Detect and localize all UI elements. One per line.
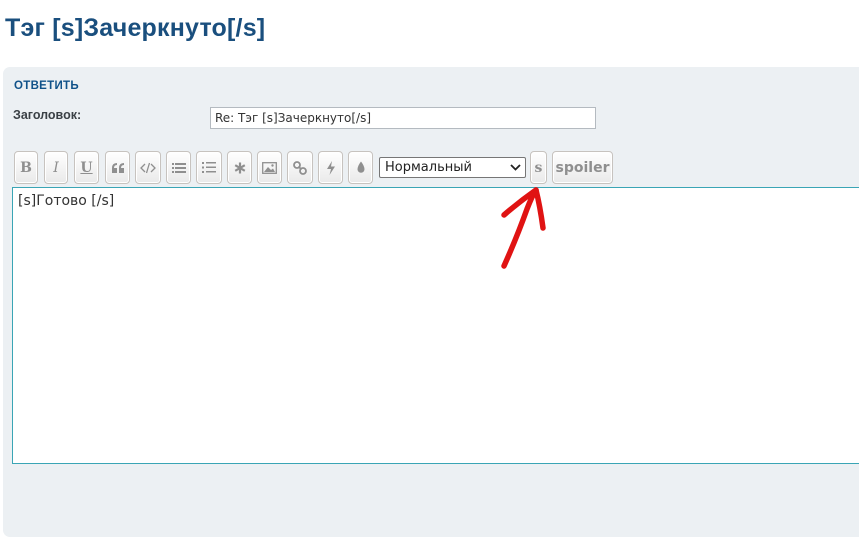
bulleted-list-icon xyxy=(171,162,186,173)
link-icon xyxy=(293,160,307,175)
color-drop-icon xyxy=(357,161,364,173)
bulleted-list-button[interactable] xyxy=(166,151,191,184)
code-icon xyxy=(140,162,156,173)
link-button[interactable] xyxy=(287,151,313,184)
underline-button[interactable]: U xyxy=(74,151,99,184)
spoiler-button-label: spoiler xyxy=(555,159,610,176)
red-arrow-annotation xyxy=(501,187,546,269)
message-editor[interactable]: [s]Готово [/s] xyxy=(12,187,859,464)
bold-button-label: B xyxy=(20,159,32,176)
bold-button[interactable]: B xyxy=(14,151,38,184)
color-button[interactable] xyxy=(348,151,373,184)
subject-input[interactable] xyxy=(210,107,596,129)
italic-button-label: I xyxy=(53,159,59,176)
font-size-selected-value: Нормальный xyxy=(385,160,472,175)
image-button[interactable] xyxy=(257,151,282,184)
page-title: Тэг [s]Зачеркнуто[/s] xyxy=(5,14,266,42)
spoiler-button[interactable]: spoiler xyxy=(552,151,613,184)
image-icon xyxy=(262,161,277,174)
reply-heading: ОТВЕТИТЬ xyxy=(14,80,79,92)
quote-icon xyxy=(111,162,124,173)
italic-button[interactable]: I xyxy=(44,151,68,184)
subject-label: Заголовок: xyxy=(13,108,82,122)
flash-button[interactable] xyxy=(318,151,343,184)
code-button[interactable] xyxy=(135,151,161,184)
font-size-select[interactable]: Нормальный xyxy=(379,157,526,178)
list-item-asterisk-icon xyxy=(234,162,245,173)
strike-button-label: s xyxy=(534,159,543,176)
underline-button-label: U xyxy=(80,159,93,176)
numbered-list-button[interactable] xyxy=(196,151,222,184)
quote-button[interactable] xyxy=(105,151,130,184)
flash-icon xyxy=(326,160,335,175)
numbered-list-icon xyxy=(202,162,216,173)
list-item-button[interactable] xyxy=(227,151,252,184)
chevron-down-icon xyxy=(510,164,521,171)
